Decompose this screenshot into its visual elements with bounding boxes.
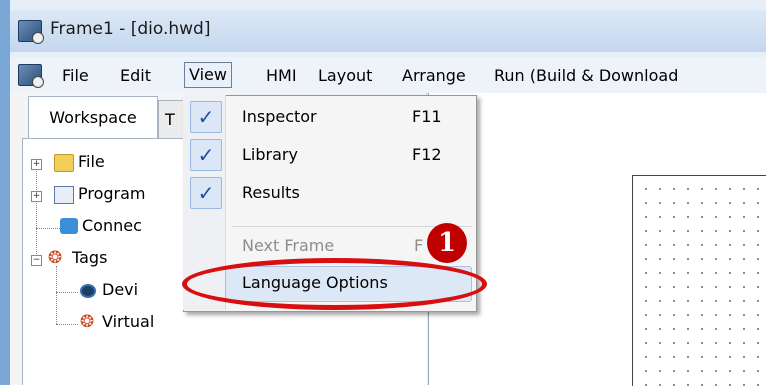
tree-item-program[interactable]: Program: [78, 178, 146, 210]
menu-item-library[interactable]: Library: [242, 138, 532, 172]
tags-icon: ❂: [48, 248, 63, 268]
folder-icon: [54, 154, 74, 172]
app-icon: [18, 20, 44, 44]
tree-connector: [56, 266, 57, 324]
check-icon: ✓: [190, 101, 222, 133]
tab-workspace[interactable]: Workspace: [28, 96, 158, 139]
menu-hmi[interactable]: HMI: [262, 64, 301, 88]
menu-item-inspector[interactable]: Inspector: [242, 100, 532, 134]
menu-arrange[interactable]: Arrange: [398, 64, 470, 88]
tree-connector: [36, 228, 60, 229]
tree-item-connections[interactable]: Connec: [82, 210, 142, 242]
connection-icon: [60, 218, 78, 234]
frame-canvas-grid[interactable]: [632, 175, 766, 386]
virtual-icon: ❂: [80, 312, 95, 332]
menu-layout[interactable]: Layout: [314, 64, 376, 88]
system-menu-icon[interactable]: [18, 64, 44, 88]
menu-item-results[interactable]: Results: [242, 176, 532, 210]
tree-item-file[interactable]: File: [78, 146, 105, 178]
program-icon: [54, 186, 74, 204]
expand-toggle[interactable]: +: [31, 191, 42, 202]
tree-item-virtual[interactable]: Virtual: [102, 306, 154, 338]
menu-edit[interactable]: Edit: [116, 64, 155, 88]
shortcut-library: F12: [412, 145, 442, 164]
device-icon: [80, 284, 96, 298]
expand-toggle[interactable]: +: [31, 159, 42, 170]
menu-file[interactable]: File: [58, 64, 93, 88]
menu-run[interactable]: Run (Build & Download: [490, 64, 682, 88]
menu-item-next-frame: Next Frame: [242, 236, 335, 255]
window-title: Frame1 - [dio.hwd]: [50, 19, 211, 39]
menu-view[interactable]: View: [184, 62, 232, 88]
shortcut-inspector: F11: [412, 107, 442, 126]
step-number-badge: 1: [427, 223, 467, 263]
tree-item-tags[interactable]: Tags: [72, 242, 107, 274]
annotation-ellipse: [182, 258, 487, 310]
collapse-toggle[interactable]: −: [31, 255, 42, 266]
tree-connector: [36, 164, 37, 260]
check-icon: ✓: [190, 139, 222, 171]
tree-item-device[interactable]: Devi: [102, 274, 138, 306]
tree-connector: [56, 292, 78, 293]
tree-connector: [56, 324, 78, 325]
check-icon: ✓: [190, 177, 222, 209]
